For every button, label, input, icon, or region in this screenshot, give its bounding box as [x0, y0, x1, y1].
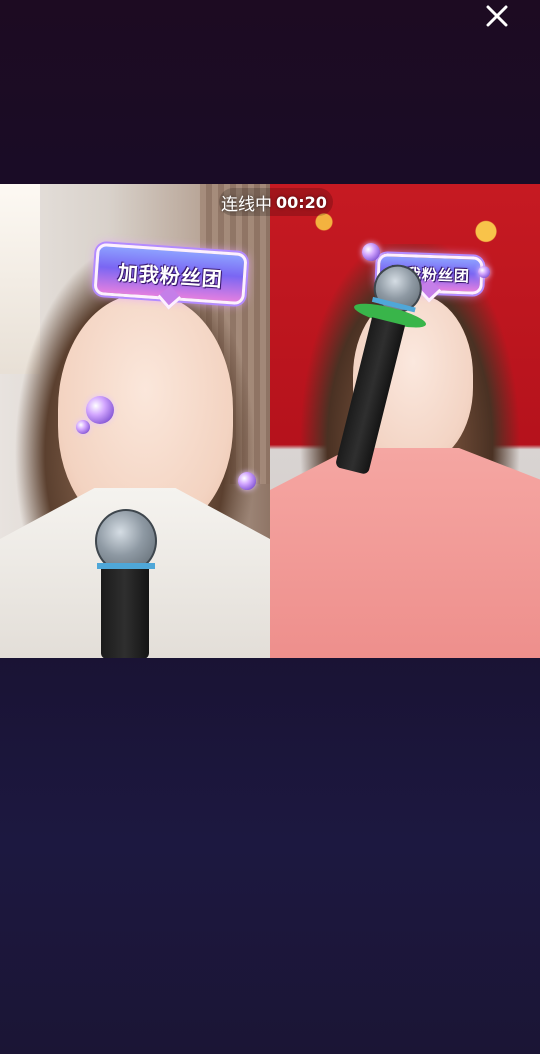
left-disco-ball-small-icon: [76, 420, 90, 434]
left-disco-ball-icon: [86, 396, 114, 424]
right-disco-ball-small-icon: [478, 266, 490, 278]
call-duration: 00:20: [276, 192, 327, 212]
right-mic-body: [334, 317, 406, 475]
left-disco-ball-right-icon: [238, 472, 256, 490]
left-microphone: [95, 509, 157, 658]
live-pk-screen: 加我粉丝团 加我粉丝团 连线中 00:20: [0, 0, 540, 1054]
left-mic-body: [101, 569, 149, 658]
co-host-call-timer: 连线中 00:20: [219, 188, 333, 216]
close-button[interactable]: [482, 2, 512, 30]
left-fan-club-sticker: 加我粉丝团: [93, 242, 248, 310]
close-icon: [486, 5, 508, 27]
call-status-label: 连线中: [221, 194, 272, 215]
right-host-hoodie: [270, 448, 540, 658]
